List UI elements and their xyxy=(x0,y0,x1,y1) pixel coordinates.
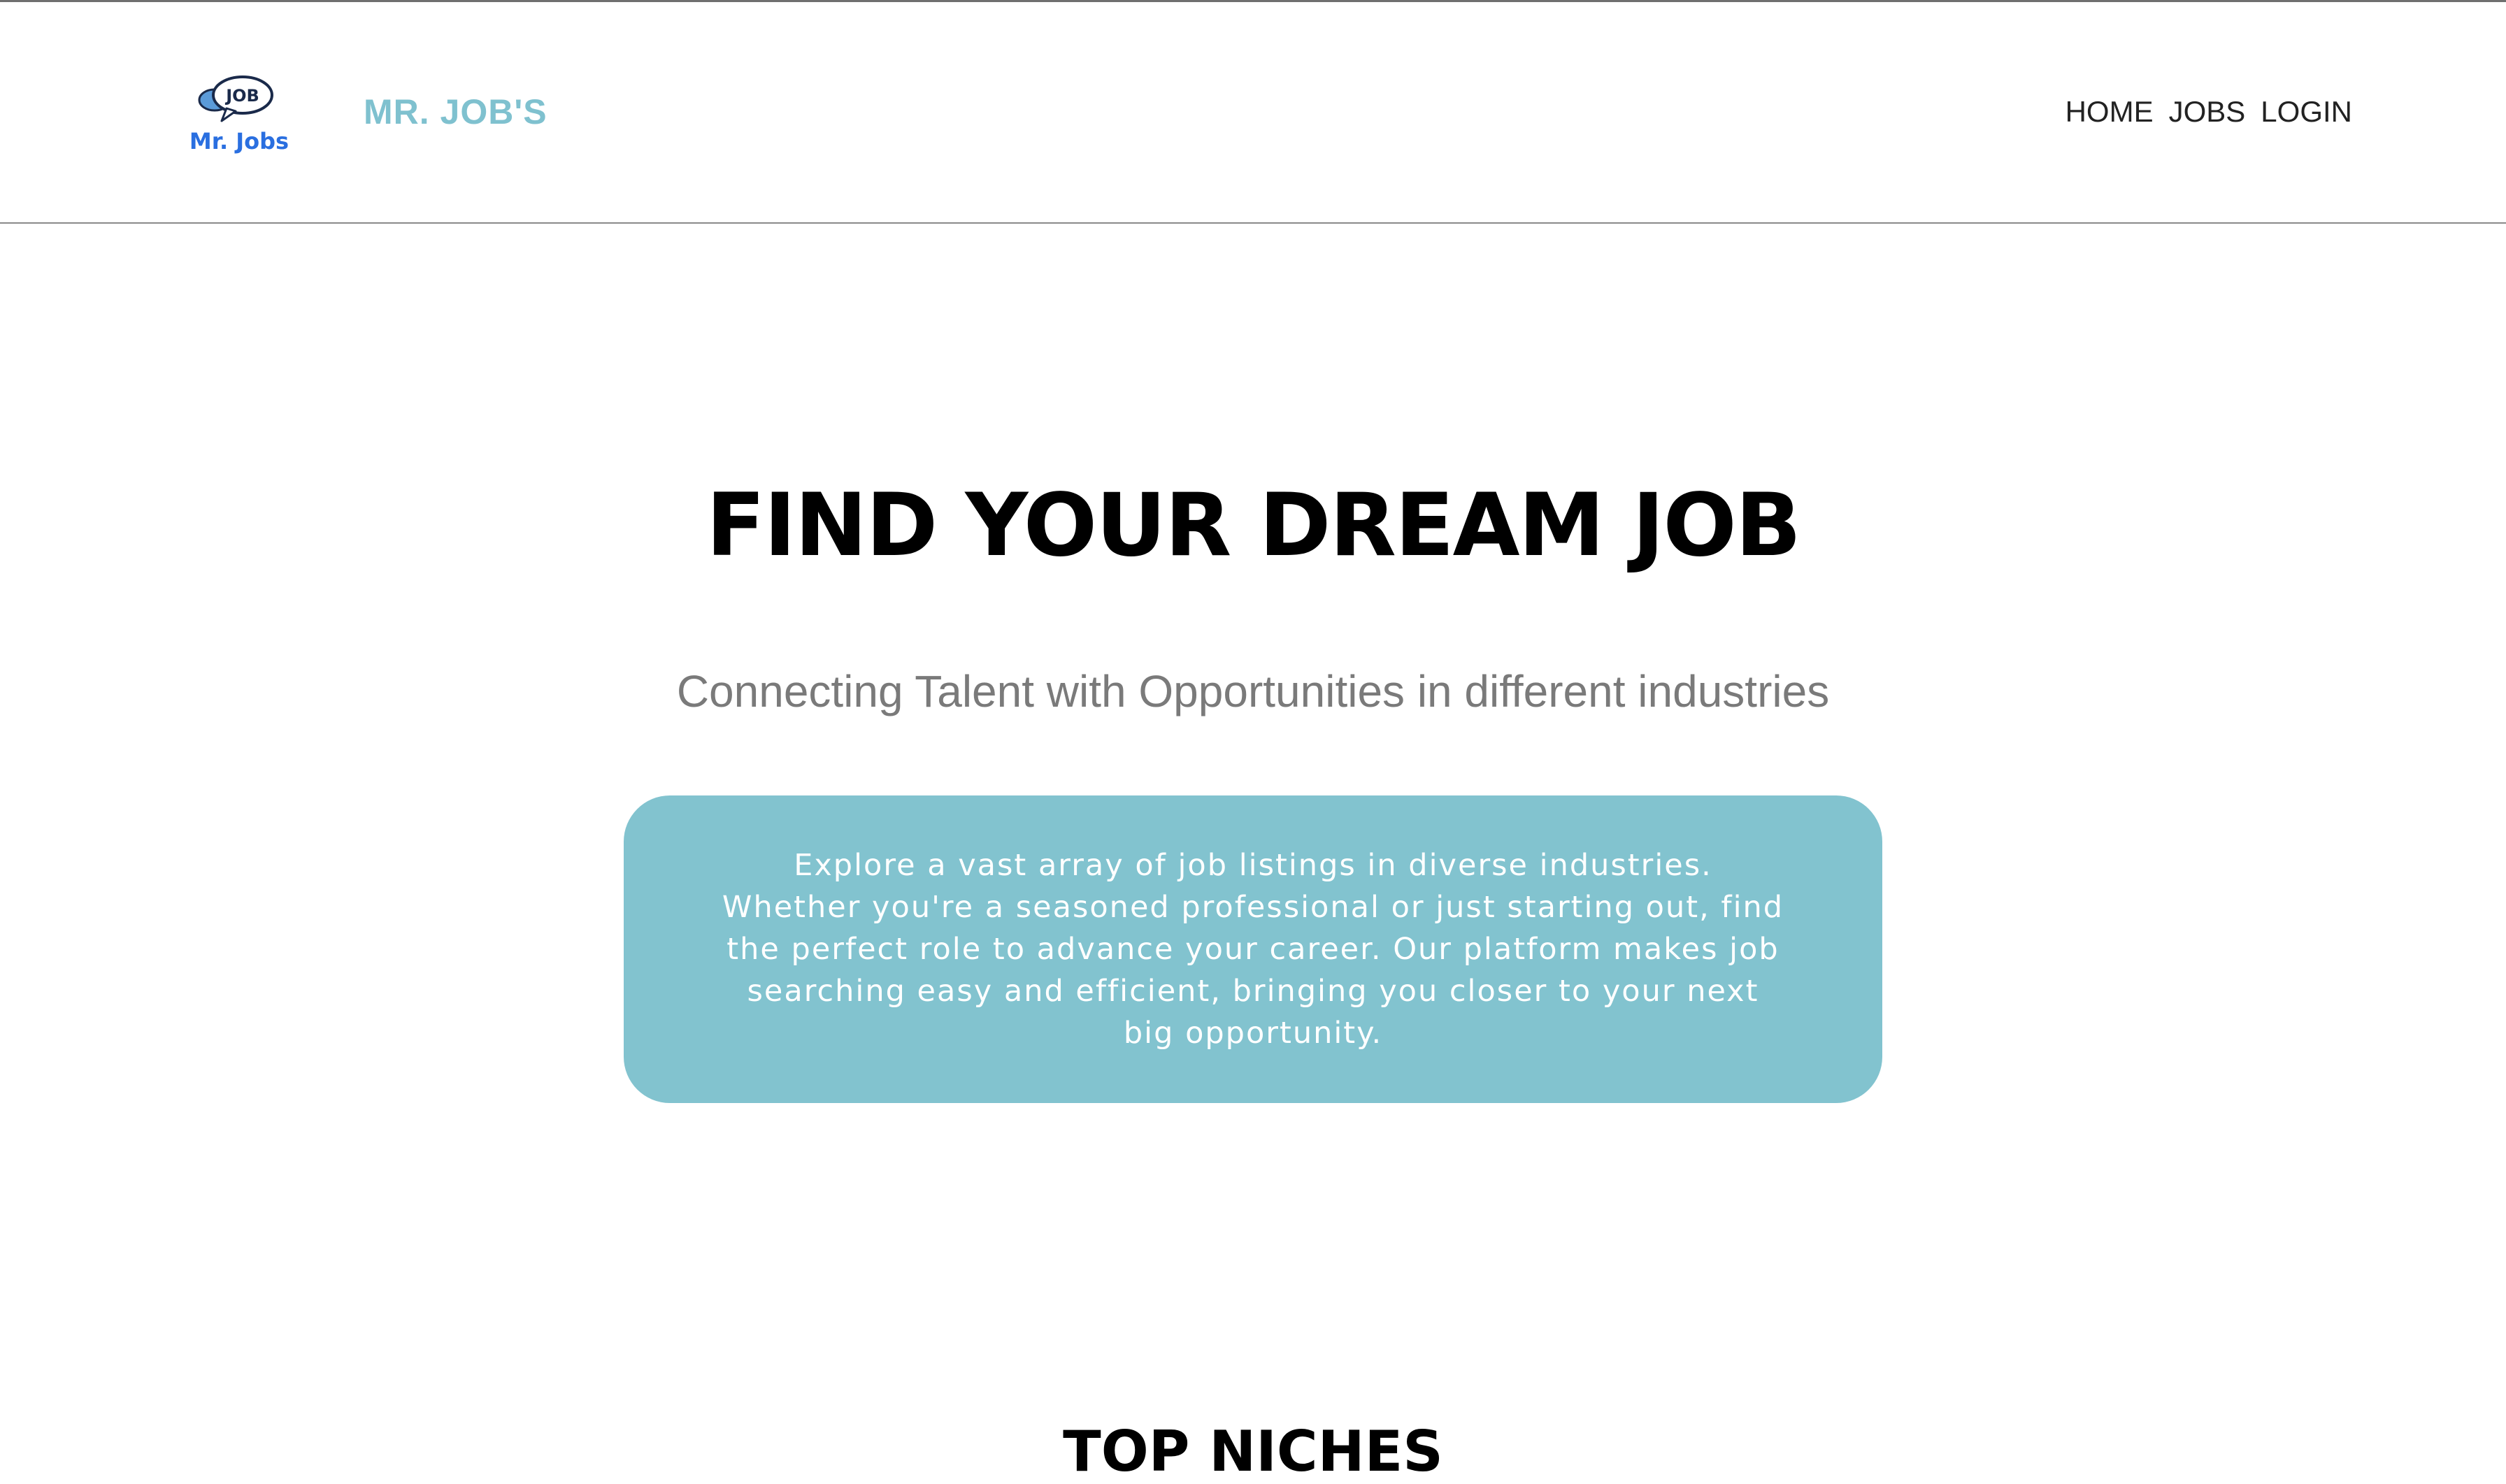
nav-home-link[interactable]: HOME xyxy=(2065,95,2154,129)
nav-jobs-link[interactable]: JOBS xyxy=(2169,95,2246,129)
speech-bubble-logo-icon: JOB Mr. Jobs xyxy=(189,75,289,154)
brand-name[interactable]: MR. JOB'S xyxy=(364,92,547,132)
logo-caption: Mr. Jobs xyxy=(189,128,289,154)
hero-subtitle: Connecting Talent with Opportunities in … xyxy=(676,666,1830,716)
nav-login-link[interactable]: LOGIN xyxy=(2261,95,2352,129)
site-header: JOB Mr. Jobs MR. JOB'S HOME JOBS LOGIN xyxy=(0,2,2506,224)
logo[interactable]: JOB Mr. Jobs xyxy=(183,72,295,163)
hero-title: FIND YOUR DREAM JOB xyxy=(706,475,1802,576)
top-niches-heading: TOP NICHES xyxy=(1063,1419,1443,1484)
intro-text: Explore a vast array of job listings in … xyxy=(722,848,1784,1051)
logo-badge-text: JOB xyxy=(224,86,259,106)
intro-card: Explore a vast array of job listings in … xyxy=(624,795,1882,1103)
main-nav: HOME JOBS LOGIN xyxy=(2065,95,2352,129)
